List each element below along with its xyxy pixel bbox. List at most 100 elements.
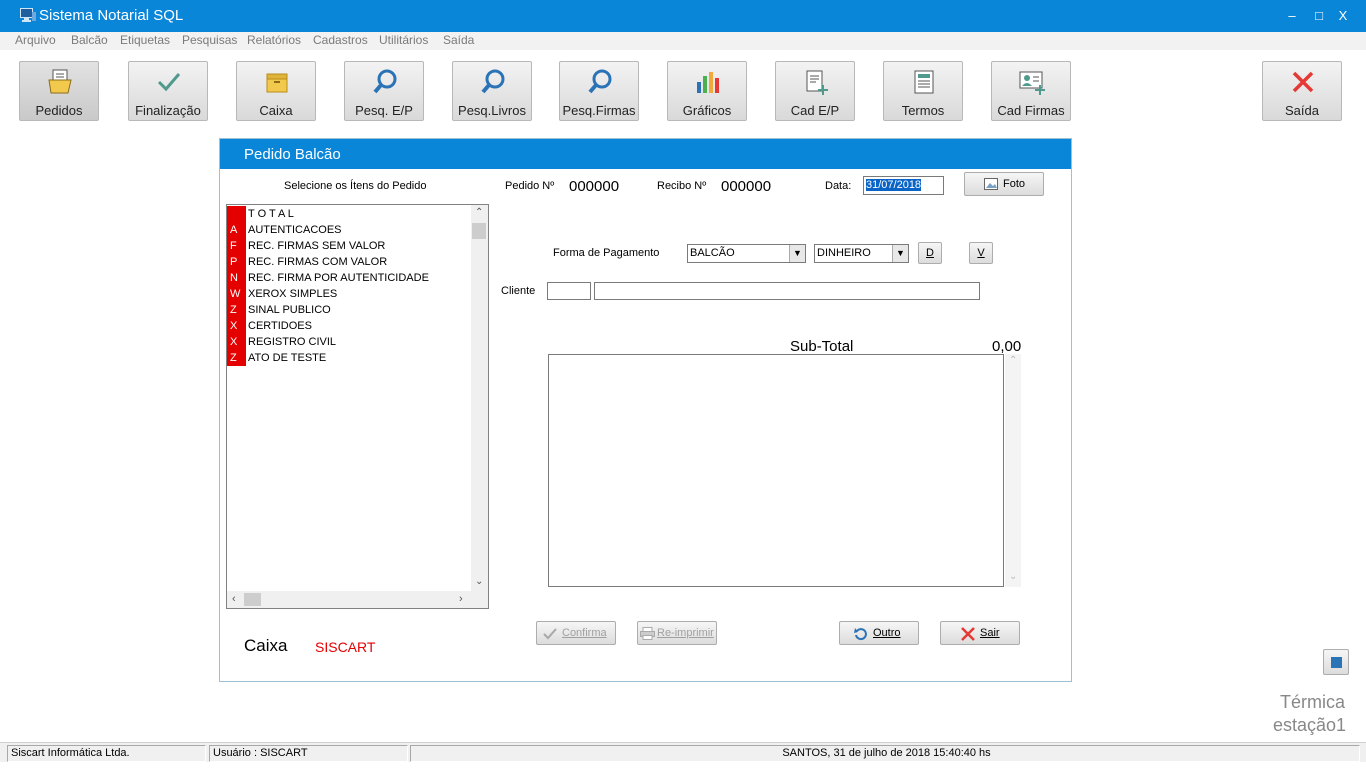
caixa-label: Caixa bbox=[259, 103, 293, 118]
item-label: T O T A L bbox=[248, 208, 294, 220]
pesq-firmas-button[interactable]: Pesq.Firmas bbox=[559, 61, 639, 121]
magnifier-icon bbox=[481, 69, 505, 94]
finalizacao-button[interactable]: Finalização bbox=[128, 61, 208, 121]
saida-button[interactable]: Saída bbox=[1262, 61, 1342, 121]
close-x-icon bbox=[961, 627, 975, 641]
items-vertical-scrollbar[interactable]: ⌃ ⌄ bbox=[471, 205, 488, 592]
reimprimir-button[interactable]: Re-imprimir bbox=[637, 621, 717, 645]
close-button[interactable]: X bbox=[1334, 8, 1352, 23]
d-button[interactable]: D bbox=[918, 242, 942, 264]
scroll-up-icon[interactable]: ⌃ bbox=[475, 207, 483, 218]
menu-pesquisas[interactable]: Pesquisas bbox=[182, 33, 237, 47]
item-label: REGISTRO CIVIL bbox=[248, 336, 337, 348]
scroll-thumb[interactable] bbox=[244, 593, 261, 606]
item-label: AUTENTICACOES bbox=[248, 224, 342, 236]
document-icon bbox=[914, 70, 934, 94]
stop-button[interactable] bbox=[1323, 649, 1349, 675]
data-field[interactable]: 31/07/2018 bbox=[863, 176, 944, 195]
pedido-value: 000000 bbox=[569, 178, 620, 195]
pagamento-local-select[interactable]: BALCÃO ▼ bbox=[687, 244, 806, 263]
list-item[interactable]: Z SINAL PUBLICO bbox=[227, 302, 472, 318]
dialog-title: Pedido Balcão bbox=[244, 146, 341, 163]
item-label: SINAL PUBLICO bbox=[248, 304, 331, 316]
v-button[interactable]: V bbox=[969, 242, 993, 264]
reimprimir-label: Re-imprimir bbox=[657, 627, 714, 639]
item-label: CERTIDOES bbox=[248, 320, 312, 332]
checkmark-icon bbox=[157, 73, 181, 92]
pagamento-local-value: BALCÃO bbox=[690, 247, 735, 259]
menu-utilitarios[interactable]: Utilitários bbox=[379, 33, 428, 47]
foto-label: Foto bbox=[1003, 178, 1026, 190]
chevron-down-icon[interactable]: ▼ bbox=[892, 245, 908, 262]
pedidos-button[interactable]: Pedidos bbox=[19, 61, 99, 121]
items-listbox[interactable]: T O T A L A AUTENTICACOES F REC. FIRMAS SE… bbox=[226, 204, 489, 609]
caixa-label: Caixa bbox=[244, 636, 288, 655]
pesq-firmas-label: Pesq.Firmas bbox=[562, 103, 636, 118]
list-item[interactable]: X REGISTRO CIVIL bbox=[227, 334, 472, 350]
app-icon bbox=[20, 8, 36, 22]
list-item[interactable]: N REC. FIRMA POR AUTENTICIDADE bbox=[227, 270, 472, 286]
list-item[interactable]: X CERTIDOES bbox=[227, 318, 472, 334]
scroll-down-icon[interactable]: ⌄ bbox=[475, 576, 483, 587]
items-horizontal-scrollbar[interactable]: ‹ › bbox=[227, 591, 488, 608]
cad-firmas-button[interactable]: Cad Firmas bbox=[991, 61, 1071, 121]
list-item[interactable]: W XEROX SIMPLES bbox=[227, 286, 472, 302]
item-code: A bbox=[227, 222, 246, 238]
order-items-memo[interactable] bbox=[548, 354, 1004, 587]
menu-bar: Arquivo Balcão Etiquetas Pesquisas Relat… bbox=[0, 32, 1366, 50]
outro-label: Outro bbox=[873, 627, 901, 639]
items-caption: Selecione os Ítens do Pedido bbox=[284, 180, 427, 192]
maximize-button[interactable]: □ bbox=[1310, 8, 1328, 23]
item-label: ATO DE TESTE bbox=[248, 352, 327, 364]
chevron-down-icon[interactable]: ▼ bbox=[789, 245, 805, 262]
list-item[interactable]: P REC. FIRMAS COM VALOR bbox=[227, 254, 472, 270]
list-item[interactable]: Z ATO DE TESTE bbox=[227, 350, 472, 366]
recibo-label: Recibo Nº bbox=[657, 180, 707, 192]
list-item[interactable]: A AUTENTICACOES bbox=[227, 222, 472, 238]
scroll-down-icon[interactable]: ⌄ bbox=[1009, 571, 1017, 582]
cliente-name-input[interactable] bbox=[594, 282, 980, 300]
scroll-thumb[interactable] bbox=[472, 223, 486, 239]
pagamento-tipo-select[interactable]: DINHEIRO ▼ bbox=[814, 244, 909, 263]
pesq-ep-button[interactable]: Pesq. E/P bbox=[344, 61, 424, 121]
window-title: Sistema Notarial SQL bbox=[39, 7, 184, 24]
menu-relatorios[interactable]: Relatórios bbox=[247, 33, 301, 47]
cliente-code-input[interactable] bbox=[547, 282, 591, 300]
memo-scrollbar[interactable]: ⌃ ⌄ bbox=[1005, 354, 1021, 587]
menu-cadastros[interactable]: Cadastros bbox=[313, 33, 368, 47]
confirma-button[interactable]: Confirma bbox=[536, 621, 616, 645]
status-bar: Siscart Informática Ltda. Usuário : SISC… bbox=[0, 742, 1366, 762]
scroll-left-icon[interactable]: ‹ bbox=[232, 593, 236, 605]
minimize-button[interactable]: – bbox=[1283, 8, 1301, 23]
list-item[interactable]: T O T A L bbox=[227, 206, 472, 222]
scroll-right-icon[interactable]: › bbox=[459, 593, 463, 605]
scroll-up-icon[interactable]: ⌃ bbox=[1009, 355, 1017, 366]
menu-saida[interactable]: Saída bbox=[443, 33, 474, 47]
outro-button[interactable]: Outro bbox=[839, 621, 919, 645]
menu-arquivo[interactable]: Arquivo bbox=[15, 33, 56, 47]
menu-balcao[interactable]: Balcão bbox=[71, 33, 108, 47]
item-code: P bbox=[227, 254, 246, 270]
termos-button[interactable]: Termos bbox=[883, 61, 963, 121]
pagamento-tipo-value: DINHEIRO bbox=[817, 247, 871, 259]
printer-icon bbox=[640, 627, 655, 640]
item-code: Z bbox=[227, 302, 246, 318]
box-icon bbox=[266, 73, 288, 93]
cad-ep-label: Cad E/P bbox=[790, 103, 840, 118]
caixa-button[interactable]: Caixa bbox=[236, 61, 316, 121]
printer-station: estação1 bbox=[1273, 715, 1347, 735]
data-label: Data: bbox=[825, 180, 852, 192]
folder-documents-icon bbox=[48, 69, 72, 94]
menu-etiquetas[interactable]: Etiquetas bbox=[120, 33, 170, 47]
status-user: Usuário : SISCART bbox=[209, 745, 408, 762]
pesq-livros-button[interactable]: Pesq.Livros bbox=[452, 61, 532, 121]
cliente-label: Cliente bbox=[501, 285, 536, 297]
undo-icon bbox=[854, 628, 867, 641]
cad-ep-button[interactable]: Cad E/P bbox=[775, 61, 855, 121]
sair-button[interactable]: Sair bbox=[940, 621, 1020, 645]
graficos-button[interactable]: Gráficos bbox=[667, 61, 747, 121]
termos-label: Termos bbox=[901, 103, 945, 118]
foto-button[interactable]: Foto bbox=[964, 172, 1044, 196]
close-x-icon bbox=[1292, 71, 1314, 93]
list-item[interactable]: F REC. FIRMAS SEM VALOR bbox=[227, 238, 472, 254]
